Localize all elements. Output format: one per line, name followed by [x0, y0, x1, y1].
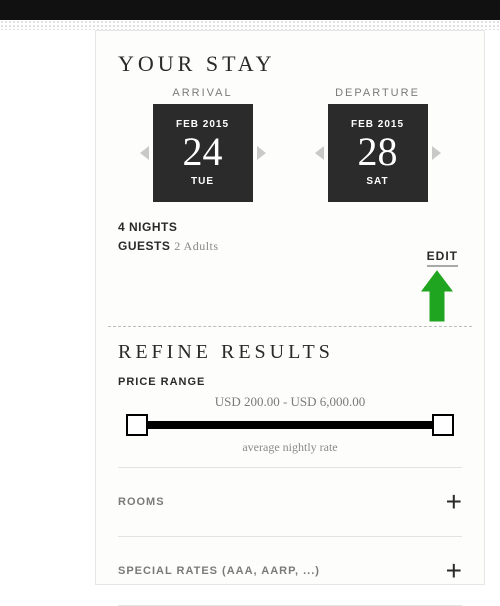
arrival-prev-arrow-icon[interactable]	[140, 146, 149, 160]
divider	[118, 536, 462, 537]
departure-column: DEPARTURE FEB 2015 28 SAT	[293, 87, 462, 202]
arrival-day: 24	[183, 132, 223, 172]
special-rates-label: SPECIAL RATES (AAA, AARP, ...)	[118, 565, 320, 577]
rate-note: average nightly rate	[118, 440, 462, 455]
slider-handle-max[interactable]	[432, 414, 454, 436]
plus-icon: +	[446, 557, 462, 585]
special-rates-expander[interactable]: SPECIAL RATES (AAA, AARP, ...) +	[118, 549, 462, 593]
departure-day: 28	[358, 132, 398, 172]
arrival-label: ARRIVAL	[172, 87, 232, 99]
rooms-label: ROOMS	[118, 496, 165, 508]
price-range-value: USD 200.00 - USD 6,000.00	[118, 394, 462, 410]
plus-icon: +	[446, 488, 462, 516]
nights-count: 4 NIGHTS	[118, 218, 462, 237]
highlight-arrow-icon	[418, 269, 456, 325]
booking-panel: YOUR STAY ARRIVAL FEB 2015 24 TUE DEPART…	[95, 30, 485, 585]
arrival-dow: TUE	[191, 176, 214, 187]
top-black-bar	[0, 0, 500, 20]
refine-results-heading: REFINE RESULTS	[118, 341, 462, 364]
departure-date-card[interactable]: FEB 2015 28 SAT	[328, 104, 428, 202]
slider-track	[136, 421, 444, 429]
dates-row: ARRIVAL FEB 2015 24 TUE DEPARTURE FE	[118, 87, 462, 202]
departure-next-arrow-icon[interactable]	[432, 146, 441, 160]
your-stay-heading: YOUR STAY	[118, 51, 462, 77]
guests-value: 2 Adults	[174, 239, 218, 253]
departure-prev-arrow-icon[interactable]	[315, 146, 324, 160]
slider-handle-min[interactable]	[126, 414, 148, 436]
price-range-label: PRICE RANGE	[118, 376, 462, 388]
edit-button[interactable]: EDIT	[427, 249, 458, 267]
stay-summary: 4 NIGHTS GUESTS 2 Adults	[118, 218, 462, 256]
departure-label: DEPARTURE	[335, 87, 420, 99]
section-divider	[108, 326, 472, 327]
divider	[118, 467, 462, 468]
arrival-column: ARRIVAL FEB 2015 24 TUE	[118, 87, 287, 202]
rooms-expander[interactable]: ROOMS +	[118, 480, 462, 524]
price-slider[interactable]	[126, 412, 454, 438]
arrival-date-card[interactable]: FEB 2015 24 TUE	[153, 104, 253, 202]
guests-label: GUESTS	[118, 239, 170, 253]
dotted-band	[0, 20, 500, 30]
arrival-next-arrow-icon[interactable]	[257, 146, 266, 160]
departure-dow: SAT	[366, 176, 388, 187]
